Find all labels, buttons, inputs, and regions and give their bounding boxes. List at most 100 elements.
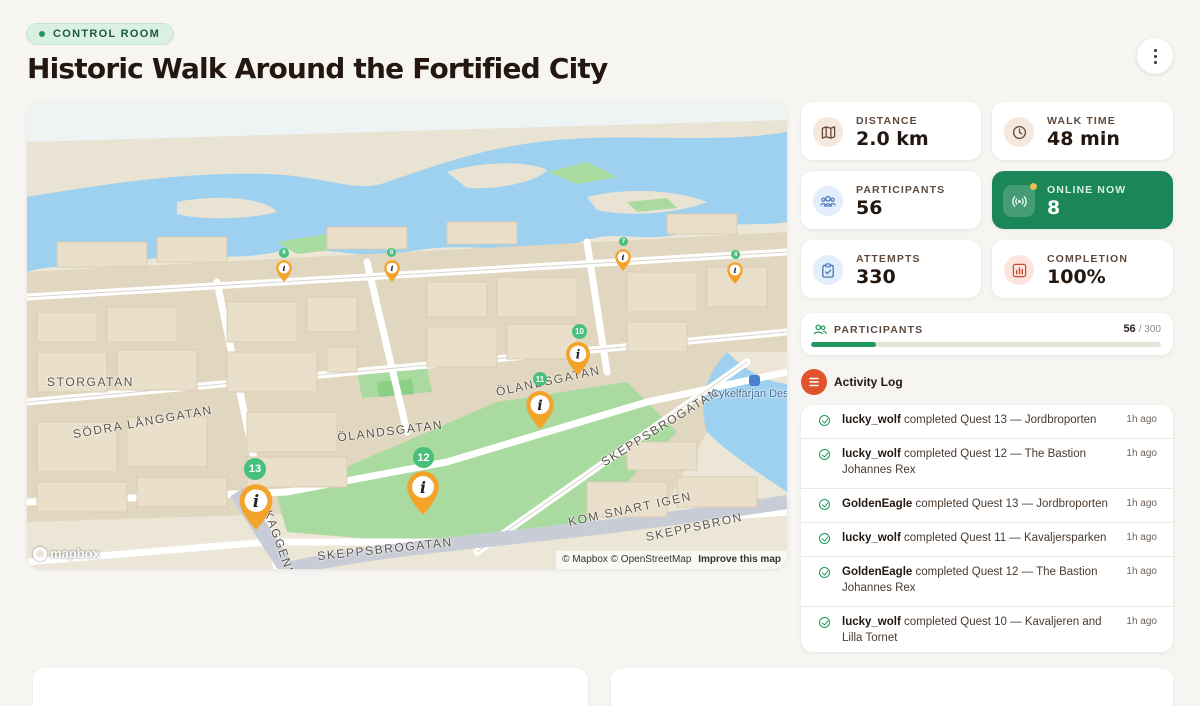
- log-item: lucky_wolf completed Quest 11 — Kavaljer…: [801, 523, 1173, 557]
- quest-number-badge: 7: [619, 237, 628, 246]
- map-view[interactable]: STORGATAN SÖDRA LÅNGGATAN ÖLANDSGATAN ÖL…: [27, 102, 787, 569]
- activity-log-icon: [801, 369, 827, 395]
- page-title: Historic Walk Around the Fortified City: [27, 52, 608, 85]
- info-pin-icon[interactable]: i: [404, 470, 442, 516]
- mapbox-logo[interactable]: mapbox: [33, 546, 100, 561]
- users-icon: [813, 186, 843, 216]
- log-text: completed Quest 11 — Kavaljersparken: [904, 532, 1107, 544]
- log-item: GoldenEagle completed Quest 12 — The Bas…: [801, 557, 1173, 607]
- info-pin-icon[interactable]: i: [524, 390, 556, 430]
- stat-label: ONLINE NOW: [1047, 184, 1127, 196]
- info-pin-icon[interactable]: i: [726, 261, 744, 285]
- live-dot-icon: [39, 31, 45, 37]
- info-pin-icon[interactable]: i: [614, 248, 632, 272]
- activity-log-list[interactable]: lucky_wolf completed Quest 13 — Jordbrop…: [801, 405, 1173, 652]
- quest-number-badge: 10: [572, 324, 587, 339]
- stat-card-completion: COMPLETION 100%: [992, 240, 1173, 298]
- check-circle-icon: [819, 499, 830, 510]
- check-circle-icon: [819, 533, 830, 544]
- stat-card-distance: DISTANCE 2.0 km: [801, 102, 981, 160]
- stat-card-online-now: ONLINE NOW 8: [992, 171, 1173, 229]
- log-user: lucky_wolf: [842, 414, 901, 426]
- poi-label: Cykelfärjan Des: [711, 388, 787, 400]
- stat-value: 100%: [1047, 266, 1106, 288]
- log-time: 1h ago: [1126, 532, 1157, 543]
- quest-number-badge: 6: [279, 248, 289, 258]
- mapbox-logo-icon: [33, 546, 47, 561]
- stat-value: 330: [856, 266, 896, 288]
- svg-text:i: i: [576, 348, 581, 362]
- svg-text:i: i: [734, 266, 737, 275]
- clock-icon: [1004, 117, 1034, 147]
- info-pin-icon[interactable]: i: [564, 341, 592, 376]
- log-user: lucky_wolf: [842, 616, 901, 628]
- info-pin-icon[interactable]: i: [383, 259, 401, 283]
- svg-text:i: i: [391, 264, 394, 273]
- stat-label: ATTEMPTS: [856, 253, 921, 265]
- log-item: lucky_wolf completed Quest 10 — Kavaljer…: [801, 607, 1173, 652]
- broadcast-icon: [1003, 185, 1035, 217]
- log-time: 1h ago: [1126, 414, 1157, 425]
- svg-text:i: i: [420, 478, 426, 497]
- svg-text:i: i: [283, 264, 286, 273]
- progress-current: 56: [1123, 323, 1136, 335]
- stat-card-attempts: ATTEMPTS 330: [801, 240, 981, 298]
- check-circle-icon: [819, 415, 830, 426]
- progress-count: 56 / 300: [1123, 323, 1161, 335]
- log-user: GoldenEagle: [842, 566, 913, 578]
- svg-text:i: i: [537, 398, 542, 414]
- map-attribution: © Mapbox © OpenStreetMap Improve this ma…: [556, 551, 787, 569]
- quest-number-badge: 11: [533, 372, 547, 386]
- log-time: 1h ago: [1126, 498, 1157, 509]
- log-user: lucky_wolf: [842, 532, 901, 544]
- svg-text:i: i: [622, 253, 625, 262]
- log-user: GoldenEagle: [842, 498, 913, 510]
- quest-number-badge: 12: [413, 447, 434, 468]
- attribution-text[interactable]: © Mapbox © OpenStreetMap: [562, 554, 691, 565]
- bottom-panel-right: [611, 668, 1173, 706]
- street-label: STORGATAN: [47, 375, 135, 389]
- quest-number-badge: 4: [731, 250, 740, 259]
- log-user: lucky_wolf: [842, 448, 901, 460]
- quest-number-badge: 13: [244, 458, 266, 480]
- check-circle-icon: [819, 567, 830, 578]
- progress-total: / 300: [1138, 324, 1161, 335]
- activity-log-title: Activity Log: [834, 375, 903, 389]
- stat-label: COMPLETION: [1047, 253, 1128, 265]
- svg-text:i: i: [253, 492, 259, 511]
- live-indicator-dot: [1030, 183, 1037, 190]
- more-options-button[interactable]: [1137, 38, 1173, 74]
- log-time: 1h ago: [1126, 566, 1157, 577]
- stat-value: 48 min: [1047, 128, 1120, 150]
- map-icon: [813, 117, 843, 147]
- progress-fill: [811, 342, 877, 347]
- bottom-panel-left: [33, 668, 588, 706]
- log-time: 1h ago: [1126, 448, 1157, 459]
- clipboard-check-icon: [813, 255, 843, 285]
- log-item: GoldenEagle completed Quest 13 — Jordbro…: [801, 489, 1173, 523]
- stat-card-walk-time: WALK TIME 48 min: [992, 102, 1173, 160]
- log-time: 1h ago: [1126, 616, 1157, 627]
- stat-value: 8: [1047, 197, 1061, 219]
- log-text: completed Quest 13 — Jordbroporten: [915, 498, 1108, 510]
- quest-number-badge: 8: [387, 248, 396, 257]
- info-pin-icon[interactable]: i: [275, 259, 293, 283]
- stat-label: DISTANCE: [856, 115, 918, 127]
- log-item: lucky_wolf completed Quest 12 — The Bast…: [801, 439, 1173, 489]
- progress-label: PARTICIPANTS: [834, 324, 924, 336]
- stat-value: 2.0 km: [856, 128, 929, 150]
- log-text: completed Quest 13 — Jordbroporten: [904, 414, 1097, 426]
- improve-map-link[interactable]: Improve this map: [698, 554, 781, 565]
- users-icon: [813, 324, 827, 335]
- stat-label: WALK TIME: [1047, 115, 1116, 127]
- bar-chart-icon: [1004, 255, 1034, 285]
- progress-track: [811, 342, 1161, 347]
- stat-value: 56: [856, 197, 883, 219]
- check-circle-icon: [819, 449, 830, 460]
- log-item: lucky_wolf completed Quest 13 — Jordbrop…: [801, 405, 1173, 439]
- more-vertical-icon: [1153, 47, 1157, 65]
- check-circle-icon: [819, 617, 830, 628]
- info-pin-icon[interactable]: i: [236, 483, 276, 531]
- badge-label: CONTROL ROOM: [53, 28, 161, 40]
- stat-card-participants: PARTICIPANTS 56: [801, 171, 981, 229]
